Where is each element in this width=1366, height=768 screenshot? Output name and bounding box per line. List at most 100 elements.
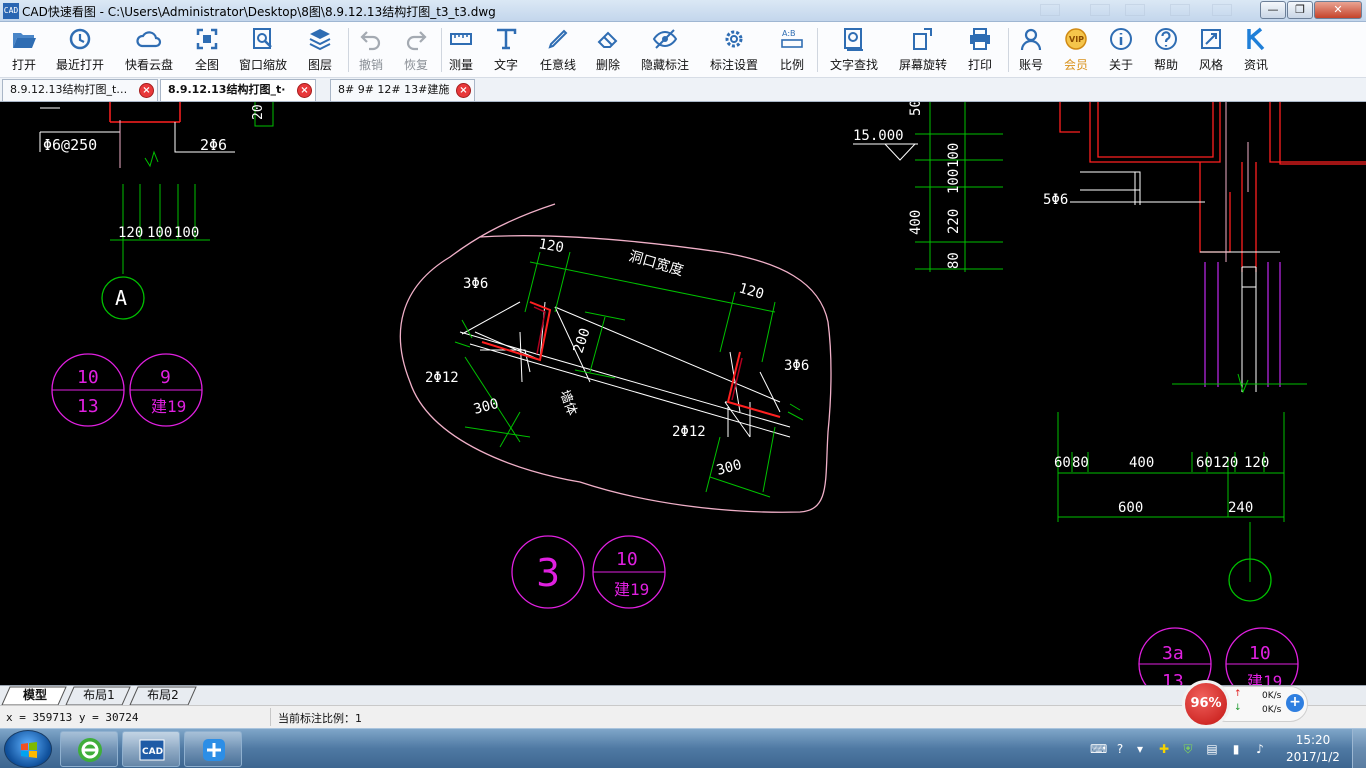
rebar-label: 3Φ6 (784, 358, 809, 374)
cloud-icon (136, 31, 162, 48)
maximize-button[interactable]: ❐ (1287, 1, 1313, 19)
scale-icon: A:B (781, 29, 803, 48)
window-title: CAD快速看图 - C:\Users\Administrator\Desktop… (22, 5, 496, 19)
minimize-button[interactable]: — (1260, 1, 1286, 19)
close-tab-icon[interactable]: × (297, 83, 312, 98)
show-desktop-button[interactable] (1352, 729, 1366, 768)
open-button[interactable]: 打开 (0, 24, 51, 76)
dim-label: 80 (1072, 455, 1089, 471)
dim-label: 400 (1129, 455, 1154, 471)
freehand-button[interactable]: 任意线 (531, 24, 585, 76)
rotate-screen-icon (913, 28, 932, 50)
add-app-tray-icon[interactable]: ✚ (1156, 741, 1172, 757)
clipboard-icon[interactable]: ▤ (1204, 741, 1220, 757)
signal-icon[interactable]: ▮ (1228, 741, 1244, 757)
text-icon (497, 28, 517, 50)
print-button[interactable]: 打印 (953, 24, 1007, 76)
rebar-label: 2Φ12 (672, 424, 706, 440)
dim-label: 300 (715, 457, 744, 479)
dim-label: 120 (737, 280, 766, 302)
dim-label: 240 (1228, 500, 1253, 516)
expand-plus-icon[interactable]: + (1286, 694, 1304, 712)
taskbar-network-app[interactable] (184, 731, 242, 767)
find-text-label: 文字查找 (829, 58, 878, 72)
cad-drawing: Φ6@250 2Φ6 20 120 100 100 A 10 13 9 建19 … (39, 102, 1366, 685)
detail-reference-right: 3a 13 10 建19 (1138, 627, 1299, 685)
detail-number: 3 (536, 551, 560, 595)
hide-dims-label: 隐藏标注 (640, 58, 689, 72)
dim-label: 100 (147, 225, 172, 241)
ghost-icon (1125, 4, 1145, 16)
dim-settings-button[interactable]: 标注设置 (707, 24, 761, 76)
dim-label: 100 (946, 169, 962, 194)
hide-dims-button[interactable]: 隐藏标注 (638, 24, 692, 76)
find-text-icon (844, 28, 863, 51)
recent-button[interactable]: 最近打开 (53, 24, 107, 76)
ie-browser-icon (78, 738, 102, 762)
layout-tab-model[interactable]: 模型 (10, 687, 60, 705)
text-button[interactable]: 文字 (479, 24, 533, 76)
ghost-icon (1090, 4, 1110, 16)
axis-label: A (115, 286, 127, 310)
rotate-screen-button[interactable]: 屏幕旋转 (896, 24, 950, 76)
drawing-canvas[interactable]: Φ6@250 2Φ6 20 120 100 100 A 10 13 9 建19 … (0, 102, 1366, 685)
layers-button[interactable]: 图层 (293, 24, 347, 76)
cloud-button[interactable]: 快看云盘 (122, 24, 176, 76)
upload-speed: 0K/s (1262, 691, 1282, 701)
tab-label: 8.9.12.13结构打图_t… (10, 83, 128, 96)
start-button[interactable] (4, 730, 52, 768)
top-left-detail: Φ6@250 2Φ6 20 120 100 100 A (39, 102, 274, 320)
recent-label: 最近打开 (55, 58, 104, 72)
pen-icon (548, 29, 568, 49)
close-tab-icon[interactable]: × (139, 83, 154, 98)
help-tray-icon[interactable]: ? (1112, 741, 1128, 757)
dim-label: 120 (537, 236, 565, 256)
shield-icon[interactable]: ⛨ (1180, 741, 1196, 757)
rebar-label: 2Φ6 (200, 136, 227, 154)
dimension-scale-status: 当前标注比例：1 (278, 712, 362, 725)
ref-text: 建19 (151, 397, 186, 416)
news-button[interactable]: 资讯 (1229, 24, 1283, 76)
undo-icon (360, 31, 381, 51)
zoom-window-button[interactable]: 窗口缩放 (236, 24, 290, 76)
windows-logo-icon (21, 742, 37, 758)
taskbar-browser-app[interactable] (60, 731, 118, 767)
delete-button[interactable]: 删除 (581, 24, 635, 76)
tab-file-2[interactable]: 8.9.12.13结构打图_t· × (160, 79, 316, 101)
taskbar-cad-app[interactable]: CAD (122, 731, 180, 767)
network-speed-widget[interactable]: 96% ↑ 0K/s ↓ 0K/s + (1182, 680, 1310, 728)
fit-all-button[interactable]: 全图 (180, 24, 234, 76)
print-label: 打印 (967, 58, 992, 72)
network-icon (203, 739, 225, 761)
scale-label: 比例 (779, 58, 804, 72)
tab-file-3[interactable]: 8# 9# 12# 13#建施 × (330, 79, 475, 101)
system-clock[interactable]: 15:20 2017/1/2 (1283, 732, 1343, 766)
dim-label: 120 (1244, 455, 1269, 471)
dim-label: 100 (174, 225, 199, 241)
ref-text: 13 (1162, 671, 1184, 685)
cad-icon-text: CAD (142, 747, 163, 757)
close-button[interactable]: ✕ (1314, 1, 1362, 19)
wall-section-right: 5Φ6 60 80 400 60 120 120 600 240 (1043, 102, 1366, 602)
layout-tab-1[interactable]: 布局1 (74, 687, 124, 705)
ghost-icon (1040, 4, 1060, 16)
detail-reference-left: 10 13 9 建19 (51, 353, 203, 427)
tray-expand-icon[interactable]: ▾ (1132, 741, 1148, 757)
wall-label: 墙体 (556, 388, 579, 418)
scale-button[interactable]: A:B 比例 (765, 24, 819, 76)
info-icon (1110, 28, 1132, 50)
keyboard-icon[interactable]: ⌨ (1090, 741, 1107, 757)
vip-icon: VIP (1065, 28, 1087, 50)
cursor-coordinates: x = 359713 y = 30724 (6, 711, 139, 724)
dim-label: 220 (946, 209, 962, 234)
volume-icon[interactable]: ♪ (1252, 741, 1268, 757)
close-tab-icon[interactable]: × (456, 83, 471, 98)
folder-open-icon (13, 33, 36, 48)
download-speed: 0K/s (1262, 705, 1282, 715)
memory-usage-badge[interactable]: 96% (1182, 680, 1230, 728)
ref-text: 10 (1249, 643, 1271, 664)
tab-file-1[interactable]: 8.9.12.13结构打图_t… × (2, 79, 158, 101)
find-text-button[interactable]: 文字查找 (827, 24, 881, 76)
gear-icon (725, 30, 743, 48)
layout-tab-2[interactable]: 布局2 (138, 687, 188, 705)
